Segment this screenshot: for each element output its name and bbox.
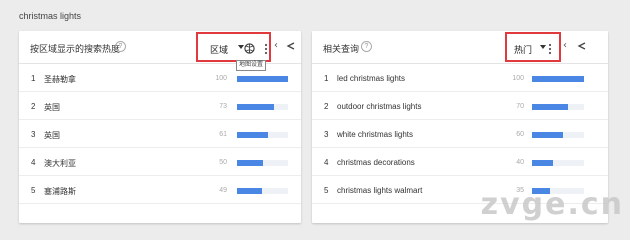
interest-bar <box>532 132 563 138</box>
page-title: christmas lights <box>19 11 82 21</box>
list-item[interactable]: 3 white christmas lights 60 <box>312 120 608 148</box>
rank-number: 5 <box>31 186 36 195</box>
interest-value: 40 <box>516 159 524 166</box>
interest-bar <box>237 132 268 138</box>
interest-bar-track <box>237 160 288 166</box>
item-name[interactable]: 塞浦路斯 <box>44 186 76 197</box>
item-name[interactable]: christmas decorations <box>337 158 415 167</box>
interest-value: 60 <box>516 131 524 138</box>
list-item[interactable]: 3 英国 61 <box>19 120 301 148</box>
item-name[interactable]: led christmas lights <box>337 74 405 83</box>
share-icon[interactable] <box>286 42 295 50</box>
list-item[interactable]: 4 澳大利亚 50 <box>19 148 301 176</box>
card-header: 相关查询 ? 热门 ‹ <box>312 31 608 64</box>
regional-interest-card: 按区域显示的搜索热度 ? 区域 ‹ 地图设置 1 圣赫勒拿 100 2 英国 73 3 英国 6… <box>19 31 301 223</box>
list-item[interactable]: 1 led christmas lights 100 <box>312 64 608 92</box>
watermark: zvge.cn <box>480 187 624 222</box>
highlight-box: 热门 <box>505 32 561 62</box>
interest-bar-track <box>532 132 584 138</box>
rank-number: 4 <box>324 158 329 167</box>
rank-number: 3 <box>324 130 329 139</box>
interest-bar-track <box>237 188 288 194</box>
highlight-box: 区域 <box>196 32 271 62</box>
interest-bar <box>532 76 584 82</box>
list-item[interactable]: 5 塞浦路斯 49 <box>19 176 301 204</box>
list-item[interactable]: 2 英国 73 <box>19 92 301 120</box>
card-title: 按区域显示的搜索热度 <box>30 44 121 54</box>
chevron-left-icon[interactable]: ‹ <box>274 40 278 51</box>
interest-bar <box>532 104 568 110</box>
rank-number: 1 <box>324 74 329 83</box>
item-name[interactable]: outdoor christmas lights <box>337 102 421 111</box>
more-vert-icon[interactable] <box>548 43 552 55</box>
interest-value: 50 <box>219 159 227 166</box>
dropdown-arrow-icon[interactable] <box>540 45 546 49</box>
interest-bar <box>237 76 288 82</box>
interest-bar-track <box>532 160 584 166</box>
interest-value: 70 <box>516 103 524 110</box>
chevron-left-icon[interactable]: ‹ <box>563 40 567 51</box>
item-name[interactable]: white christmas lights <box>337 130 413 139</box>
list-item[interactable]: 1 圣赫勒拿 100 <box>19 64 301 92</box>
interest-bar <box>237 160 263 166</box>
item-name[interactable]: 澳大利亚 <box>44 158 76 169</box>
interest-bar-track <box>237 132 288 138</box>
rank-number: 1 <box>31 74 36 83</box>
item-name[interactable]: 英国 <box>44 102 60 113</box>
interest-bar-track <box>532 76 584 82</box>
interest-bar <box>237 188 262 194</box>
rank-number: 2 <box>324 102 329 111</box>
rank-number: 2 <box>31 102 36 111</box>
help-icon[interactable]: ? <box>115 41 126 52</box>
list-item[interactable]: 2 outdoor christmas lights 70 <box>312 92 608 120</box>
interest-bar <box>237 104 274 110</box>
rank-number: 3 <box>31 130 36 139</box>
interest-bar-track <box>237 76 288 82</box>
rank-number: 4 <box>31 158 36 167</box>
interest-value: 49 <box>219 187 227 194</box>
globe-icon[interactable] <box>244 43 255 54</box>
interest-value: 61 <box>219 131 227 138</box>
item-name[interactable]: 英国 <box>44 130 60 141</box>
sort-dropdown[interactable]: 热门 <box>514 43 532 56</box>
interest-value: 100 <box>512 75 524 82</box>
help-icon[interactable]: ? <box>361 41 372 52</box>
interest-value: 73 <box>219 103 227 110</box>
region-dropdown[interactable]: 区域 <box>210 43 228 56</box>
interest-bar <box>532 160 553 166</box>
interest-value: 100 <box>215 75 227 82</box>
item-name[interactable]: 圣赫勒拿 <box>44 74 76 85</box>
interest-bar-track <box>532 104 584 110</box>
item-name[interactable]: christmas lights walmart <box>337 186 422 195</box>
more-vert-icon[interactable] <box>264 43 268 55</box>
rank-number: 5 <box>324 186 329 195</box>
card-title: 相关查询 <box>323 44 360 54</box>
interest-bar-track <box>237 104 288 110</box>
share-icon[interactable] <box>577 42 586 50</box>
list-item[interactable]: 4 christmas decorations 40 <box>312 148 608 176</box>
